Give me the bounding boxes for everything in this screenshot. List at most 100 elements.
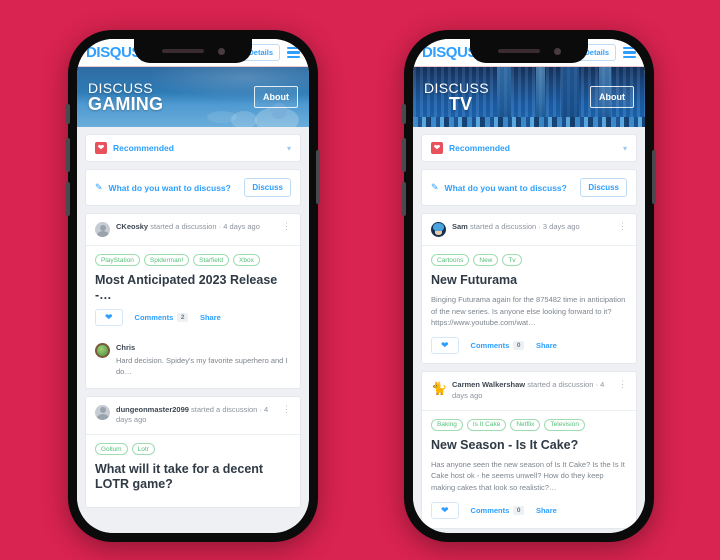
post-action: started a discussion: [527, 379, 594, 389]
comments-label: Comments: [470, 505, 510, 515]
generic-user-avatar[interactable]: [95, 404, 110, 420]
meta-separator: ·: [218, 222, 222, 231]
tag[interactable]: Gollum: [95, 443, 128, 456]
post-meta: CKeosky started a discussion · 4 days ag…: [116, 222, 272, 233]
cat-avatar[interactable]: 🐈: [431, 380, 446, 395]
comment-preview: Chris Hard decision. Spidey's my favorit…: [86, 335, 300, 388]
phone-notch: [134, 39, 252, 63]
meta-separator: ·: [595, 379, 599, 389]
post-meta: Carmen Walkershaw started a discussion ·…: [452, 380, 608, 402]
post-title[interactable]: Most Anticipated 2023 Release -…: [95, 273, 291, 303]
comments-button[interactable]: Comments 0: [470, 340, 524, 350]
post-title[interactable]: What will it take for a decent LOTR game…: [95, 462, 291, 492]
meta-separator: ·: [259, 404, 262, 414]
about-button[interactable]: About: [254, 86, 298, 108]
tag-list: Cartoons New Tv: [431, 254, 627, 266]
compose-pencil-icon: ✎: [431, 182, 439, 192]
about-button[interactable]: About: [590, 86, 634, 108]
disqus-logo[interactable]: DISQUS: [86, 44, 142, 61]
post-author[interactable]: Sam: [452, 222, 468, 231]
post-meta: dungeonmaster2099 started a discussion ·…: [116, 405, 272, 427]
tag[interactable]: Tv: [502, 254, 522, 266]
tag[interactable]: Xbox: [233, 254, 260, 266]
post-body: Gollum Lotr What will it take for a dece…: [86, 435, 300, 507]
discuss-button[interactable]: Discuss: [580, 178, 627, 197]
power-button[interactable]: [652, 150, 656, 204]
mute-switch[interactable]: [402, 104, 406, 124]
share-button[interactable]: Share: [200, 313, 221, 322]
post-author[interactable]: Carmen Walkershaw: [452, 380, 525, 389]
post-title[interactable]: New Season - Is It Cake?: [431, 438, 627, 453]
tag[interactable]: Television: [544, 418, 585, 431]
comment-text: Hard decision. Spidey's my favorite supe…: [116, 356, 288, 377]
phone-screen-tv: DISQUS Details DISCUSS TV About ❤ Recomm…: [413, 39, 645, 533]
post-title[interactable]: New Futurama: [431, 273, 627, 288]
post-overflow-menu-icon[interactable]: ⋮: [278, 222, 291, 231]
post-text: Has anyone seen the new season of Is It …: [431, 459, 625, 492]
tag[interactable]: New: [473, 254, 499, 266]
composer-tv[interactable]: ✎ What do you want to discuss? Discuss: [421, 169, 637, 206]
composer-gaming[interactable]: ✎ What do you want to discuss? Discuss: [85, 169, 301, 206]
volume-down-button[interactable]: [402, 182, 406, 216]
tag[interactable]: Baking: [431, 418, 463, 431]
power-button[interactable]: [316, 150, 320, 204]
earpiece-speaker: [161, 49, 204, 53]
sort-dropdown-gaming[interactable]: ❤ Recommended ▾: [85, 134, 301, 162]
post-card: 🐈 Carmen Walkershaw started a discussion…: [421, 370, 637, 529]
volume-up-button[interactable]: [402, 138, 406, 172]
tag[interactable]: PlayStation: [95, 254, 140, 266]
like-button[interactable]: ❤: [95, 309, 123, 326]
mute-switch[interactable]: [66, 104, 70, 124]
comments-count: 0: [513, 505, 524, 515]
comments-count: 2: [177, 313, 188, 322]
discuss-button[interactable]: Discuss: [244, 178, 291, 197]
sort-dropdown-tv[interactable]: ❤ Recommended ▾: [421, 134, 637, 162]
comments-button[interactable]: Comments 0: [470, 505, 524, 515]
hamburger-menu-icon[interactable]: [623, 46, 636, 59]
comment-author[interactable]: Chris: [116, 343, 291, 352]
post-text: Binging Futurama again for the 875482 ti…: [431, 295, 626, 328]
composer-placeholder: What do you want to discuss?: [444, 182, 567, 193]
comments-count: 0: [513, 340, 524, 350]
chevron-down-icon: ▾: [286, 143, 291, 153]
post-action: started a discussion: [191, 404, 258, 414]
tag[interactable]: Netflix: [510, 418, 541, 431]
hamburger-menu-icon[interactable]: [287, 46, 300, 59]
tag[interactable]: Cartoons: [431, 254, 470, 266]
post-header: CKeosky started a discussion · 4 days ag…: [86, 214, 300, 246]
tag[interactable]: Spiderman!: [143, 254, 190, 266]
comments-button[interactable]: Comments 2: [135, 313, 188, 322]
share-button[interactable]: Share: [536, 506, 557, 515]
sam-avatar[interactable]: [431, 222, 446, 237]
banner-line-2: TV: [448, 93, 473, 114]
tag[interactable]: Lotr: [131, 443, 155, 456]
front-camera: [217, 47, 225, 55]
like-button[interactable]: ❤: [431, 501, 459, 519]
tag[interactable]: Is It Cake: [466, 418, 507, 431]
post-card: Sam started a discussion · 3 days ago ⋮ …: [421, 213, 637, 364]
like-button[interactable]: ❤: [431, 336, 459, 354]
post-header: 🐈 Carmen Walkershaw started a discussion…: [422, 372, 636, 411]
chris-avatar[interactable]: [95, 343, 110, 358]
chevron-down-icon: ▾: [622, 143, 627, 153]
post-card: CKeosky started a discussion · 4 days ag…: [85, 213, 301, 389]
post-overflow-menu-icon[interactable]: ⋮: [614, 379, 627, 389]
comments-label: Comments: [470, 340, 510, 350]
front-camera: [553, 47, 561, 55]
generic-user-avatar[interactable]: [95, 222, 110, 237]
heart-icon: ❤: [431, 142, 443, 154]
earpiece-speaker: [497, 49, 540, 53]
feed-gaming: ❤ Recommended ▾ ✎ What do you want to di…: [77, 134, 309, 533]
post-author[interactable]: dungeonmaster2099: [116, 405, 189, 414]
volume-up-button[interactable]: [66, 138, 70, 172]
post-overflow-menu-icon[interactable]: ⋮: [278, 404, 291, 414]
disqus-logo[interactable]: DISQUS: [422, 44, 478, 61]
post-overflow-menu-icon[interactable]: ⋮: [614, 222, 627, 231]
share-button[interactable]: Share: [536, 341, 557, 350]
post-author[interactable]: CKeosky: [116, 222, 148, 231]
volume-down-button[interactable]: [66, 182, 70, 216]
tag[interactable]: Starfield: [193, 254, 229, 266]
post-header: dungeonmaster2099 started a discussion ·…: [86, 397, 300, 436]
post-card: dungeonmaster2099 started a discussion ·…: [85, 395, 301, 509]
post-actions: ❤ Comments 0 Share: [431, 336, 627, 354]
